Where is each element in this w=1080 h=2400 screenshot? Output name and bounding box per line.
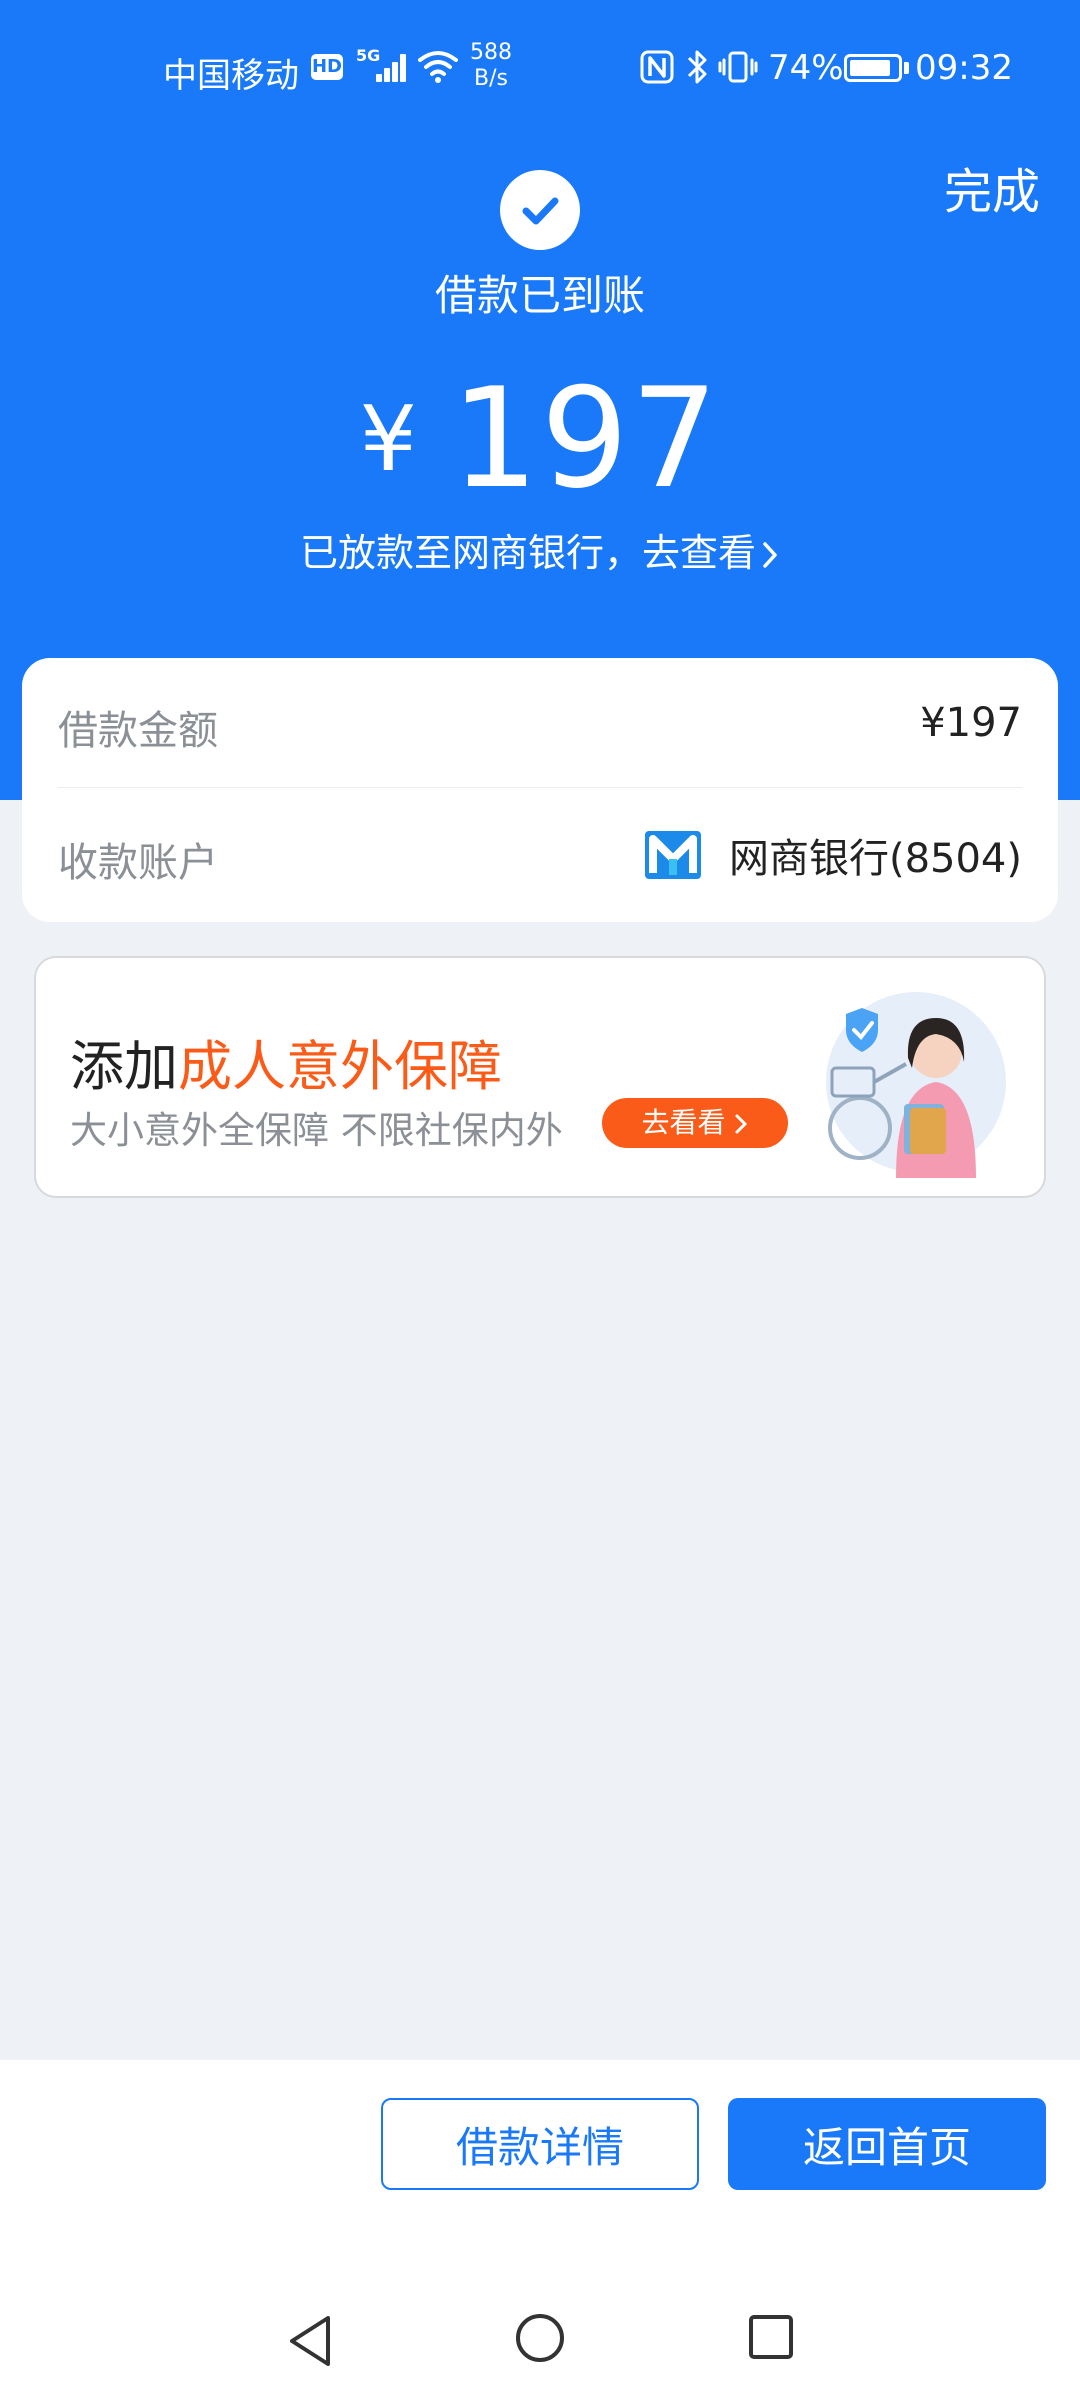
loan-amount-label: 借款金额 (58, 708, 218, 754)
nav-recent-icon[interactable] (748, 2314, 794, 2360)
loan-detail-button[interactable]: 借款详情 (381, 2098, 699, 2190)
chevron-right-icon (735, 1114, 748, 1134)
loan-info-card: 借款金额 ¥197 收款账户 网商银行(8504) (22, 658, 1058, 922)
currency-symbol: ¥ (359, 387, 417, 492)
status-bar: 中国移动 HD 5G 588 B/s 74% 09:32 (0, 0, 1080, 136)
screen: 中国移动 HD 5G 588 B/s 74% 09:32 完成 借款已到账 ¥ … (0, 0, 1080, 2400)
bottom-action-bar: 借款详情 返回首页 (0, 2060, 1080, 2400)
nav-back-icon[interactable] (284, 2312, 336, 2370)
loan-amount-value: ¥197 (920, 700, 1022, 746)
chevron-right-icon (763, 542, 777, 568)
insurance-banner[interactable]: 添加成人意外保障 大小意外全保障 不限社保内外 去看看 (34, 956, 1046, 1198)
battery-tip (904, 62, 909, 74)
receiving-account-row: 收款账户 网商银行(8504) (58, 790, 1022, 920)
vibrate-icon (718, 51, 758, 83)
loan-amount-display: ¥197 (0, 358, 1080, 519)
nfc-icon (640, 50, 674, 84)
check-icon (522, 197, 559, 225)
speed-value: 588 (470, 40, 512, 65)
battery-percent: 74% (768, 48, 844, 88)
clock: 09:32 (915, 48, 1013, 88)
bank-account: 网商银行(8504) (643, 820, 1022, 890)
amount-value: 197 (450, 358, 721, 519)
network-speed: 588 B/s (470, 40, 512, 92)
banner-title: 添加成人意外保障 (70, 1022, 502, 1101)
back-to-home-button[interactable]: 返回首页 (728, 2098, 1046, 2190)
receiving-account-label: 收款账户 (58, 840, 218, 886)
disburse-text: 已放款至网商银行，去查看 (299, 531, 756, 575)
mybank-logo-icon (644, 831, 701, 879)
banner-title-highlight: 成人意外保障 (178, 1035, 502, 1098)
banner-go-button[interactable]: 去看看 (602, 1098, 788, 1148)
status-title: 借款已到账 (434, 271, 645, 320)
battery-icon (844, 54, 902, 82)
carrier-name: 中国移动 (163, 56, 299, 96)
done-button[interactable]: 完成 (944, 152, 1040, 222)
speed-unit: B/s (474, 66, 508, 91)
success-badge (500, 170, 580, 250)
disburse-link[interactable]: 已放款至网商银行，去查看 (0, 522, 1080, 577)
bank-account-name: 网商银行(8504) (728, 836, 1022, 882)
wifi-icon (418, 51, 458, 83)
bluetooth-icon (687, 50, 707, 84)
loan-amount-row: 借款金额 ¥197 (58, 658, 1022, 788)
banner-title-prefix: 添加 (70, 1035, 178, 1098)
banner-subtitle: 大小意外全保障 不限社保内外 (70, 1109, 563, 1152)
nav-home-icon[interactable] (514, 2312, 566, 2364)
insurance-illustration-icon (826, 992, 1006, 1178)
hd-badge: HD (311, 54, 343, 80)
banner-go-label: 去看看 (641, 1106, 726, 1139)
signal-icon (370, 52, 408, 82)
